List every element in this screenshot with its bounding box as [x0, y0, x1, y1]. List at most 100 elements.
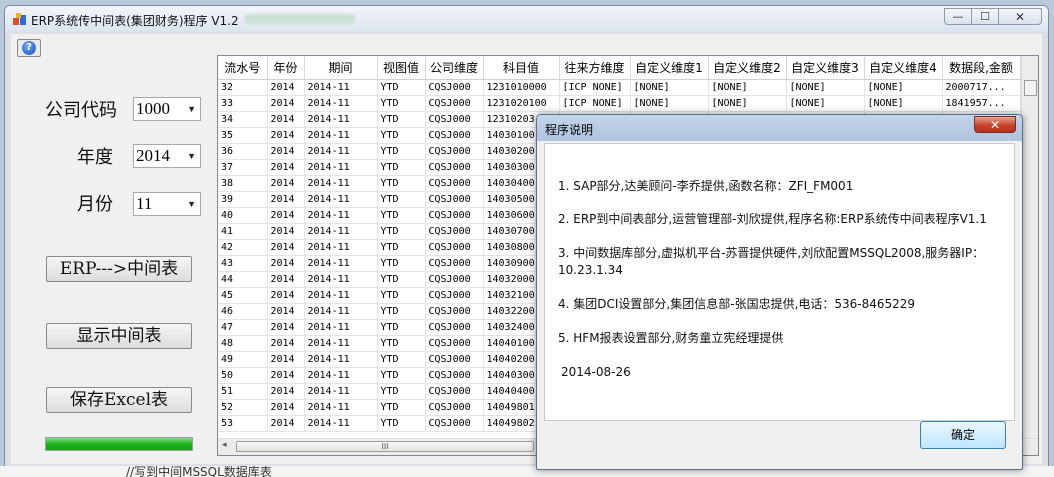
- grid-cell[interactable]: CQSJ000: [425, 159, 484, 176]
- grid-cell[interactable]: 2014-11: [304, 191, 378, 208]
- grid-cell[interactable]: 47: [218, 319, 268, 336]
- grid-cell[interactable]: YTD: [377, 111, 426, 128]
- grid-cell[interactable]: 2014-11: [304, 351, 378, 368]
- erp-to-middle-table-button[interactable]: ERP--->中间表: [46, 256, 192, 282]
- grid-cell[interactable]: 2014: [267, 271, 305, 288]
- grid-cell[interactable]: 48: [218, 335, 268, 352]
- grid-cell[interactable]: 2014-11: [304, 367, 378, 384]
- grid-cell[interactable]: CQSJ000: [425, 95, 484, 112]
- help-button[interactable]: ?: [17, 39, 41, 57]
- grid-cell[interactable]: 2014: [267, 351, 305, 368]
- grid-cell[interactable]: 33: [218, 95, 268, 112]
- grid-cell[interactable]: [NONE]: [708, 79, 787, 96]
- grid-cell[interactable]: 2014-11: [304, 319, 378, 336]
- grid-cell[interactable]: 2014: [267, 383, 305, 400]
- grid-cell[interactable]: CQSJ000: [425, 143, 484, 160]
- grid-cell[interactable]: 2014: [267, 175, 305, 192]
- minimize-button[interactable]: —: [944, 8, 972, 25]
- grid-cell[interactable]: YTD: [377, 319, 426, 336]
- grid-cell[interactable]: 46: [218, 303, 268, 320]
- grid-cell[interactable]: 2014-11: [304, 223, 378, 240]
- grid-column-header[interactable]: 科目值: [483, 56, 560, 80]
- grid-cell[interactable]: [NONE]: [708, 95, 787, 112]
- grid-cell[interactable]: 1841957...: [942, 95, 1021, 112]
- grid-cell[interactable]: CQSJ000: [425, 79, 484, 96]
- grid-cell[interactable]: 2014-11: [304, 111, 378, 128]
- grid-cell[interactable]: 2014-11: [304, 159, 378, 176]
- grid-cell[interactable]: 2014: [267, 207, 305, 224]
- grid-cell[interactable]: 39: [218, 191, 268, 208]
- grid-cell[interactable]: 2014-11: [304, 303, 378, 320]
- vertical-scrollbar[interactable]: [1021, 56, 1038, 455]
- grid-cell[interactable]: YTD: [377, 143, 426, 160]
- grid-cell[interactable]: 42: [218, 239, 268, 256]
- grid-cell[interactable]: [NONE]: [786, 79, 865, 96]
- grid-cell[interactable]: 35: [218, 127, 268, 144]
- grid-cell[interactable]: CQSJ000: [425, 367, 484, 384]
- grid-cell[interactable]: 2014-11: [304, 79, 378, 96]
- grid-cell[interactable]: 2014: [267, 143, 305, 160]
- grid-cell[interactable]: CQSJ000: [425, 303, 484, 320]
- grid-cell[interactable]: CQSJ000: [425, 175, 484, 192]
- grid-cell[interactable]: 51: [218, 383, 268, 400]
- grid-cell[interactable]: 2014-11: [304, 255, 378, 272]
- grid-cell[interactable]: YTD: [377, 223, 426, 240]
- grid-cell[interactable]: 44: [218, 271, 268, 288]
- grid-cell[interactable]: CQSJ000: [425, 319, 484, 336]
- horizontal-scroll-thumb[interactable]: III: [236, 441, 534, 452]
- grid-cell[interactable]: YTD: [377, 287, 426, 304]
- grid-cell[interactable]: 2014: [267, 111, 305, 128]
- grid-cell[interactable]: YTD: [377, 255, 426, 272]
- table-row[interactable]: 32 2014 2014-11 YTD CQSJ000 1231010000 [ICP NO…: [218, 79, 1021, 96]
- grid-cell[interactable]: 2014: [267, 239, 305, 256]
- grid-column-header[interactable]: 往来方维度: [559, 56, 631, 80]
- grid-cell[interactable]: 2014-11: [304, 95, 378, 112]
- grid-cell[interactable]: YTD: [377, 383, 426, 400]
- grid-cell[interactable]: 2014-11: [304, 415, 378, 432]
- grid-cell[interactable]: 49: [218, 351, 268, 368]
- save-excel-button[interactable]: 保存Excel表: [46, 387, 192, 413]
- grid-cell[interactable]: CQSJ000: [425, 207, 484, 224]
- grid-cell[interactable]: 36: [218, 143, 268, 160]
- grid-cell[interactable]: 38: [218, 175, 268, 192]
- grid-cell[interactable]: YTD: [377, 367, 426, 384]
- maximize-button[interactable]: ☐: [971, 8, 999, 25]
- grid-cell[interactable]: YTD: [377, 95, 426, 112]
- grid-cell[interactable]: 2014-11: [304, 143, 378, 160]
- title-bar[interactable]: ERP系统传中间表(集团财务)程序 V1.2 — ☐ ✕: [5, 6, 1048, 32]
- table-row[interactable]: 33 2014 2014-11 YTD CQSJ000 1231020100 [ICP NO…: [218, 95, 1021, 112]
- company-code-combo[interactable]: 1000 ▼: [133, 97, 201, 121]
- grid-cell[interactable]: CQSJ000: [425, 271, 484, 288]
- grid-cell[interactable]: 2014: [267, 95, 305, 112]
- grid-cell[interactable]: 2014: [267, 223, 305, 240]
- grid-cell[interactable]: CQSJ000: [425, 127, 484, 144]
- grid-column-header[interactable]: 公司维度: [425, 56, 484, 80]
- grid-cell[interactable]: 2014-11: [304, 175, 378, 192]
- vertical-scroll-thumb[interactable]: [1024, 80, 1037, 96]
- grid-cell[interactable]: 32: [218, 79, 268, 96]
- grid-cell[interactable]: 53: [218, 415, 268, 432]
- grid-cell[interactable]: [NONE]: [630, 95, 709, 112]
- grid-column-header[interactable]: 数据段,金额: [942, 56, 1021, 80]
- dialog-title-bar[interactable]: 程序说明 ✕: [537, 115, 1022, 141]
- grid-cell[interactable]: 2014: [267, 287, 305, 304]
- grid-cell[interactable]: YTD: [377, 399, 426, 416]
- grid-cell[interactable]: 1231010000: [483, 79, 560, 96]
- grid-cell[interactable]: CQSJ000: [425, 111, 484, 128]
- grid-cell[interactable]: [ICP NONE]: [559, 79, 631, 96]
- scroll-left-icon[interactable]: ◂: [222, 440, 227, 450]
- grid-cell[interactable]: 2014: [267, 303, 305, 320]
- grid-cell[interactable]: 41: [218, 223, 268, 240]
- grid-cell[interactable]: 2014: [267, 319, 305, 336]
- grid-cell[interactable]: CQSJ000: [425, 335, 484, 352]
- grid-column-header[interactable]: 自定义维度2: [708, 56, 787, 80]
- month-combo[interactable]: 11 ▼: [133, 192, 201, 216]
- ok-button[interactable]: 确定: [920, 421, 1006, 449]
- grid-cell[interactable]: 2014-11: [304, 383, 378, 400]
- grid-cell[interactable]: 2014: [267, 255, 305, 272]
- grid-cell[interactable]: 2014-11: [304, 287, 378, 304]
- grid-cell[interactable]: CQSJ000: [425, 239, 484, 256]
- grid-cell[interactable]: YTD: [377, 207, 426, 224]
- grid-cell[interactable]: YTD: [377, 191, 426, 208]
- grid-cell[interactable]: YTD: [377, 127, 426, 144]
